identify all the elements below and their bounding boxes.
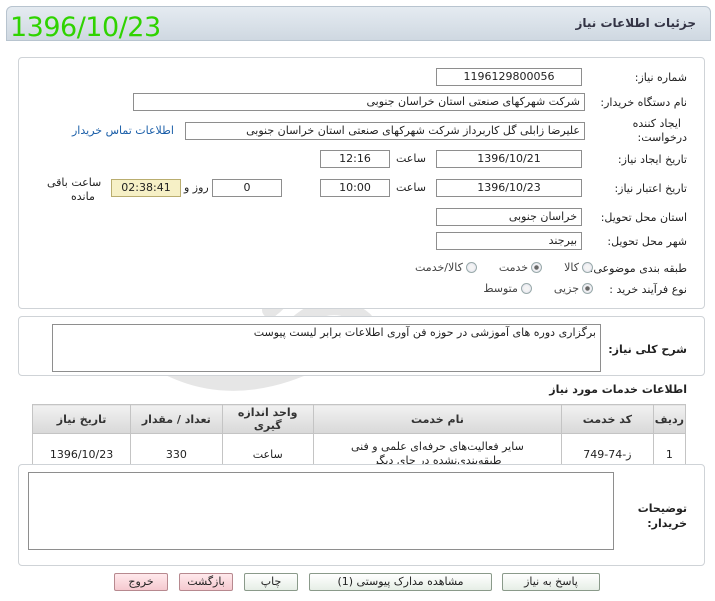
print-button[interactable]: چاپ [244,573,298,591]
remaining-label-line1: ساعت باقی [47,176,102,189]
created-date-label: تاریخ ایجاد نیاز: [617,153,687,166]
valid-date-field[interactable]: 1396/10/23 [436,179,582,197]
days-field[interactable]: 0 [212,179,282,197]
radio-selected-icon[interactable] [582,283,593,294]
col-index: ردیف [652,404,687,434]
buyer-notes-label-line2: خریدار: [647,517,687,530]
back-button[interactable]: بازگشت [179,573,233,591]
radio-selected-icon[interactable] [531,262,543,273]
created-time-label: ساعت [396,152,426,165]
buyer-contact-link[interactable]: اطلاعات تماس خریدار [72,124,174,137]
valid-time-field[interactable]: 10:00 [320,179,390,197]
col-qty: تعداد / مقدار [130,404,223,434]
col-date: تاریخ نیاز [31,404,132,434]
row-name-line1: سایر فعالیت‌های حرفه‌ای علمی و فنی [351,440,524,453]
table-header-row: ردیف کد خدمت نام خدمت واحد اندازه گیری ت… [31,404,687,434]
category-label: طبقه بندی موضوعی: [589,262,687,275]
buyer-label: نام دستگاه خریدار: [600,96,687,109]
need-number-field[interactable]: 1196129800056 [436,68,582,86]
date-watermark: 1396/10/23 [10,12,161,43]
need-number-label: شماره نیاز: [634,71,687,84]
description-field[interactable]: برگزاری دوره های آموزشی در حوزه فن آوری … [52,324,601,372]
creator-label-line1: ایجاد کننده [632,117,681,130]
creator-field[interactable]: علیرضا زابلی گل کاربرداز شرکت شهرکهای صن… [185,122,585,140]
process-label: نوع فرآیند خرید : [609,283,687,296]
process-option-medium[interactable]: متوسط [483,282,532,295]
city-label: شهر محل تحویل: [607,235,687,248]
province-label: استان محل تحویل: [600,211,687,224]
col-unit: واحد اندازه گیری [221,404,314,434]
valid-time-label: ساعت [396,181,426,194]
buyer-field[interactable]: شرکت شهرکهای صنعتی استان خراسان جنوبی [133,93,585,111]
province-field[interactable]: خراسان جنوبی [436,208,582,226]
process-option-minor[interactable]: جزیی [554,282,593,295]
buyer-notes-label-line1: توضیحات [637,502,687,515]
services-heading: اطلاعات خدمات مورد نیاز [549,383,687,396]
created-date-field[interactable]: 1396/10/21 [436,150,582,168]
valid-date-label: تاریخ اعتبار نیاز: [614,182,687,195]
col-name: نام خدمت [312,404,562,434]
remaining-time-field: 02:38:41 [111,179,181,197]
city-field[interactable]: بیرجند [436,232,582,250]
category-radio-group: کالا خدمت کالا/خدمت [399,261,593,274]
process-radio-group: جزیی متوسط [467,282,593,295]
page-title: جزئیات اطلاعات نیاز [575,16,696,30]
description-label: شرح کلی نیاز: [608,343,687,356]
creator-label-line2: درخواست: [637,131,687,144]
remaining-label-line2: مانده [71,190,95,203]
radio-icon[interactable] [465,262,477,273]
category-option-goods[interactable]: کالا [564,261,593,274]
exit-button[interactable]: خروج [114,573,168,591]
col-code: کد خدمت [560,404,654,434]
category-option-goods-service[interactable]: کالا/خدمت [415,261,477,274]
radio-icon[interactable] [520,283,532,294]
created-time-field[interactable]: 12:16 [320,150,390,168]
view-attachments-button[interactable]: مشاهده مدارک پیوستی (1) [309,573,492,591]
reply-button[interactable]: پاسخ به نیاز [502,573,600,591]
radio-icon[interactable] [582,262,593,273]
days-label: روز و [184,181,209,194]
category-option-service[interactable]: خدمت [499,261,543,274]
buyer-notes-field[interactable] [28,472,614,550]
